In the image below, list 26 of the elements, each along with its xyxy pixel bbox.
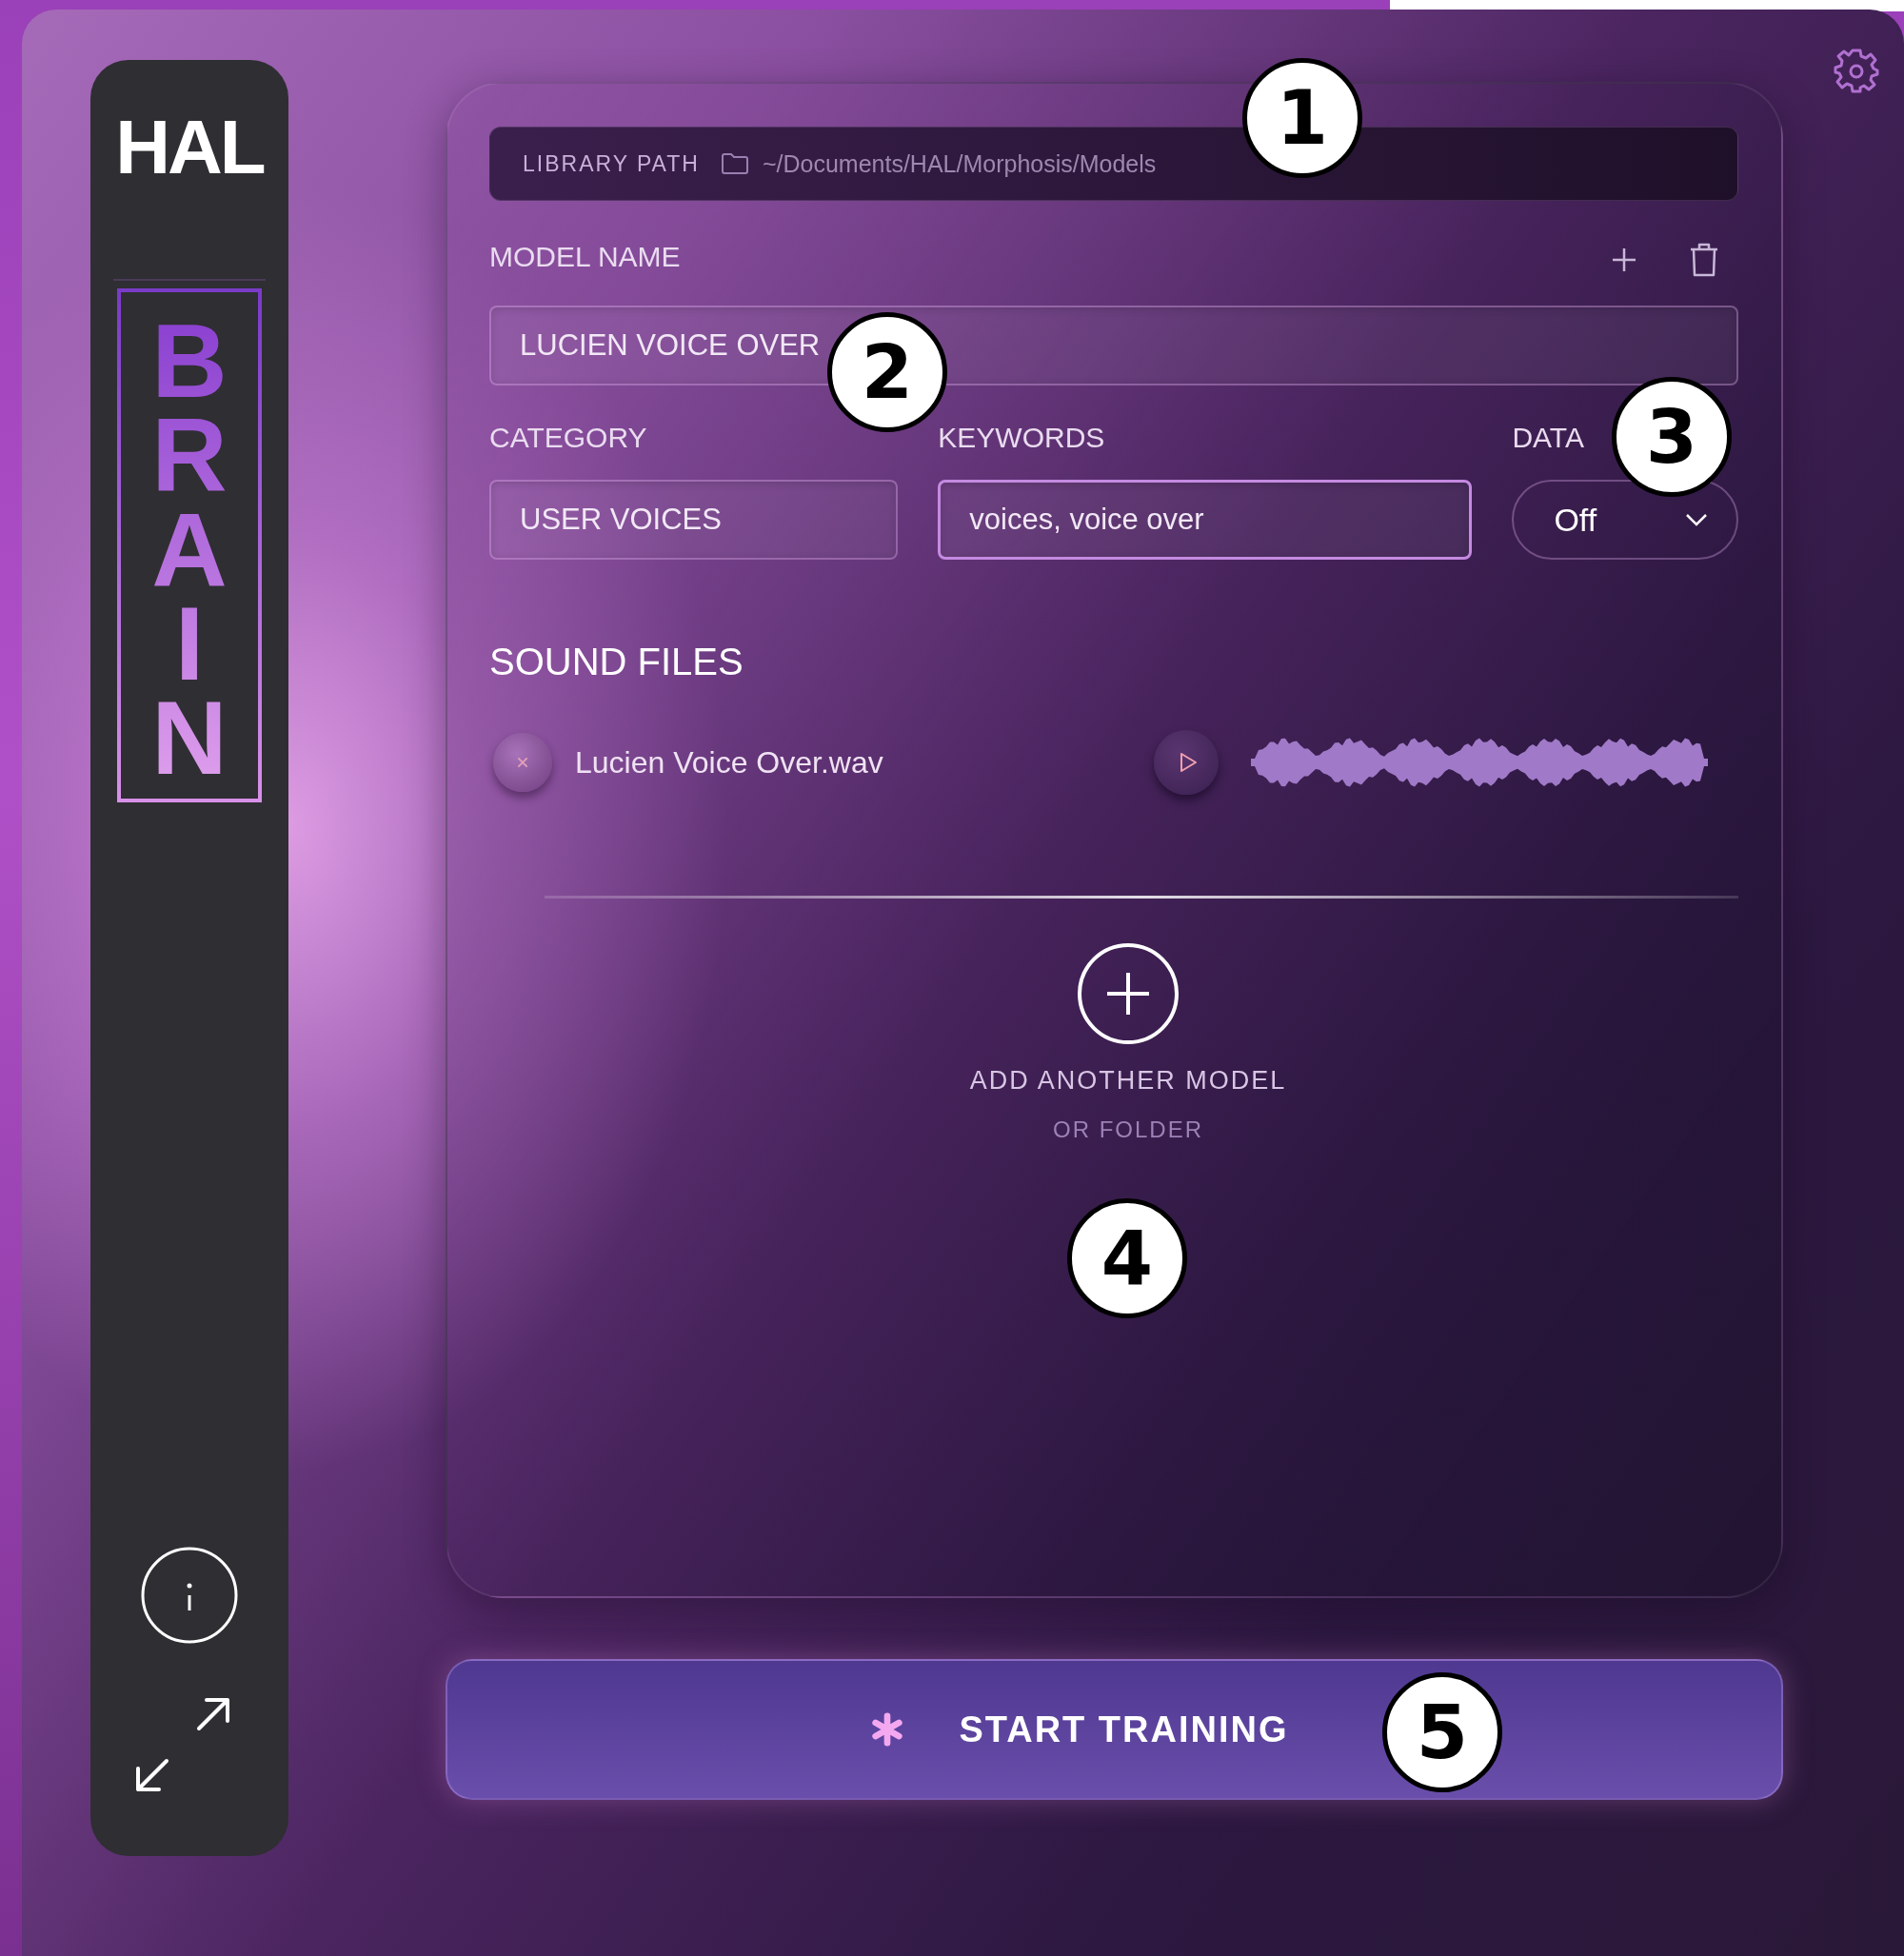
file-name: Lucien Voice Over.wav <box>575 744 884 780</box>
add-icon[interactable] <box>1611 247 1637 273</box>
add-circle-icon[interactable] <box>1077 942 1180 1045</box>
model-name-label: MODEL NAME <box>489 241 682 273</box>
play-button[interactable] <box>1154 730 1219 795</box>
data-label: DATA <box>1512 422 1584 454</box>
callout-number: 1 <box>1242 58 1362 178</box>
library-path-label: LIBRARY PATH <box>523 150 700 177</box>
callout-number: 4 <box>1067 1198 1187 1318</box>
settings-icon[interactable] <box>1834 48 1879 93</box>
add-folder-label[interactable]: OR FOLDER <box>1053 1116 1203 1143</box>
sound-files-heading: SOUND FILES <box>489 641 744 682</box>
info-icon[interactable] <box>140 1546 239 1645</box>
category-field[interactable]: USER VOICES <box>489 480 899 560</box>
trash-icon[interactable] <box>1689 242 1719 278</box>
callout-number: 3 <box>1612 377 1732 497</box>
category-label: CATEGORY <box>489 422 647 454</box>
keywords-field[interactable]: voices, voice over <box>938 480 1473 560</box>
logo: HAL <box>115 109 264 186</box>
play-icon <box>1179 752 1198 773</box>
chevron-down-icon <box>1685 513 1708 526</box>
folder-icon <box>720 152 749 175</box>
brain-title: BRAIN <box>117 288 262 802</box>
library-path-value: ~/Documents/HAL/Morphosis/Models <box>762 149 1157 178</box>
add-model-label[interactable]: ADD ANOTHER MODEL <box>969 1066 1287 1096</box>
close-icon <box>516 756 529 769</box>
